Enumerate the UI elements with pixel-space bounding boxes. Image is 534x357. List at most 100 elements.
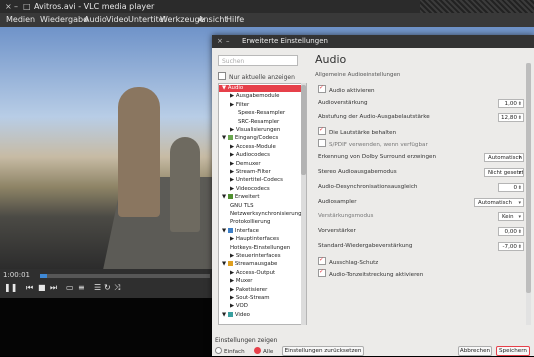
search-input[interactable]: Suchen: [218, 55, 298, 66]
dolby-label: Erkennung von Dolby Surround erzwingen: [318, 154, 437, 160]
checkbox-icon: [318, 139, 326, 147]
settings-scrollbar[interactable]: [526, 63, 531, 325]
tree-node[interactable]: ▼ Streamausgabe: [219, 261, 306, 268]
extended-settings-icon[interactable]: ≡: [78, 282, 85, 294]
scrollbar-thumb[interactable]: [526, 63, 531, 293]
time-stretch-checkbox[interactable]: Audio-Tonzeitstreckung aktivieren: [318, 267, 424, 280]
minimize-icon[interactable]: –: [14, 1, 18, 12]
tree-node-label: Muxer: [235, 278, 253, 285]
stop-icon[interactable]: ■: [38, 282, 46, 294]
tree-node[interactable]: ▶ Videocodecs: [219, 186, 306, 193]
only-modified-checkbox[interactable]: Nur aktuelle anzeigen: [218, 72, 295, 82]
tree-node[interactable]: ▶ Ausgabemodule: [219, 93, 306, 100]
tree-node[interactable]: ▶ Steuerinterfaces: [219, 253, 306, 260]
preamp-spinbox[interactable]: 0,00: [498, 227, 524, 237]
maximize-icon[interactable]: □: [23, 1, 31, 12]
desync-spinbox[interactable]: 0: [498, 183, 524, 193]
tree-node[interactable]: ▶ Visualisierungen: [219, 127, 306, 134]
hearing-protection-checkbox[interactable]: Ausschlag-Schutz: [318, 255, 378, 268]
loop-icon[interactable]: ↻: [104, 282, 111, 294]
stereo-mode-select[interactable]: Nicht gesetzt: [484, 168, 524, 177]
tree-node-label: SRC-Resampler: [238, 118, 280, 125]
menu-medien[interactable]: Medien: [6, 15, 35, 25]
tree-node-label: GNU TLS: [230, 202, 254, 209]
tree-node-label: Sout-Stream: [235, 295, 270, 301]
tree-node[interactable]: ▶ Hauptinterfaces: [219, 236, 306, 243]
tree-node[interactable]: Hotkeys-Einstellungen: [219, 244, 306, 252]
desync-label: Audio-Desynchronisationsausgleich: [318, 184, 418, 190]
tree-node[interactable]: Speex-Resampler: [219, 110, 306, 117]
tree-node-label: Visualisierungen: [235, 127, 281, 133]
tree-node-label: Streamausgabe: [234, 261, 278, 268]
minimize-icon[interactable]: –: [226, 36, 230, 47]
dialog-titlebar: × – Erweiterte Einstellungen: [212, 35, 534, 48]
tree-node[interactable]: ▼ Audio: [219, 85, 306, 92]
tree-node-label: Interface: [234, 227, 259, 234]
tree-scrollbar[interactable]: [301, 83, 306, 325]
previous-icon[interactable]: ⏮: [26, 282, 33, 294]
remember-volume-checkbox[interactable]: Die Lautstärke behalten: [318, 125, 396, 138]
checkmark-icon: [318, 255, 326, 265]
checkmark-icon: [318, 125, 326, 135]
tree-node[interactable]: ▶ Access-Output: [219, 270, 306, 277]
resampler-select[interactable]: Automatisch: [474, 198, 524, 207]
vlc-menubar: Medien Wiedergabe Audio Video Untertitel…: [0, 13, 534, 27]
tree-node[interactable]: ▶ Sout-Stream: [219, 295, 306, 302]
tree-node[interactable]: ▶ Paketisierer: [219, 287, 306, 294]
menu-wiedergabe[interactable]: Wiedergabe: [40, 15, 88, 25]
tree-node[interactable]: GNU TLS: [219, 202, 306, 210]
category-icon: [227, 227, 233, 233]
tree-node[interactable]: ▶ Demuxer: [219, 160, 306, 168]
default-gain-spinbox[interactable]: -7,00: [498, 242, 524, 252]
menu-ansicht[interactable]: Ansicht: [198, 15, 228, 25]
audio-enable-checkbox[interactable]: Audio aktivieren: [318, 83, 375, 96]
tree-node[interactable]: ▼ Video: [219, 311, 306, 319]
spdif-checkbox[interactable]: S/PDIF verwenden, wenn verfügbar: [318, 139, 428, 150]
settings-tree[interactable]: ▼ Audio ▶ Ausgabemodule ▶ Filter Speex-Resa…: [218, 83, 307, 325]
time-stretch-label: Audio-Tonzeitstreckung aktivieren: [329, 272, 424, 278]
cancel-button[interactable]: Abbrechen: [458, 346, 492, 356]
pause-icon[interactable]: ❚❚: [4, 282, 17, 294]
playlist-icon[interactable]: ☰: [94, 282, 101, 294]
gain-spinbox[interactable]: 1,00: [498, 99, 524, 109]
tree-node-label: Protokollierung: [230, 219, 271, 226]
dolby-select[interactable]: Automatisch: [484, 153, 524, 162]
section-title: Audio: [315, 53, 347, 66]
menu-hilfe[interactable]: Hilfe: [226, 15, 244, 25]
tree-node[interactable]: ▶ Filter: [219, 102, 306, 109]
fullscreen-icon[interactable]: ▭: [66, 282, 74, 294]
tree-node-label: Hotkeys-Einstellungen: [230, 244, 291, 251]
video-person: [170, 137, 200, 232]
show-simple-label: Einfach: [224, 349, 245, 355]
seek-bar[interactable]: [40, 274, 210, 278]
tree-node[interactable]: ▼ Interface: [219, 227, 306, 235]
tree-node-label: Audiocodecs: [235, 152, 270, 159]
vlc-window-title: Avitros.avi - VLC media player: [34, 2, 155, 11]
tree-node[interactable]: ▶ Access-Module: [219, 144, 306, 151]
tree-node[interactable]: ▼ Erweitert: [219, 194, 306, 201]
playback-controls: 1:00:01 ❚❚ ⏮ ■ ⏭ ▭ ≡ ☰ ↻ ⤨: [0, 269, 215, 298]
close-icon[interactable]: ×: [5, 1, 12, 12]
tree-node[interactable]: ▶ Muxer: [219, 278, 306, 285]
tree-node[interactable]: ▶ Untertitel-Codecs: [219, 177, 306, 184]
tree-node-label: Demuxer: [235, 160, 261, 167]
close-icon[interactable]: ×: [217, 36, 223, 47]
tree-node[interactable]: ▼ Eingang/Codecs: [219, 135, 306, 142]
tree-node[interactable]: ▶ VOD: [219, 303, 306, 310]
tree-node-label: Erweitert: [234, 194, 260, 201]
menu-audio[interactable]: Audio: [84, 15, 107, 25]
replay-gain-mode-label: Verstärkungsmodus: [318, 213, 374, 219]
tree-node[interactable]: Netzwerksynchronisierung: [219, 211, 306, 218]
save-button[interactable]: Speichern: [496, 346, 530, 356]
tree-node[interactable]: ▶ Stream-Filter: [219, 169, 306, 176]
shuffle-icon[interactable]: ⤨: [114, 282, 120, 294]
volume-step-spinbox[interactable]: 12,80: [498, 113, 524, 123]
tree-node[interactable]: ▶ Audiocodecs: [219, 152, 306, 159]
menu-video[interactable]: Video: [106, 15, 128, 25]
tree-node[interactable]: SRC-Resampler: [219, 118, 306, 126]
next-icon[interactable]: ⏭: [50, 282, 57, 294]
tree-node[interactable]: Protokollierung: [219, 219, 306, 226]
replay-gain-mode-select[interactable]: Kein: [498, 212, 524, 221]
reset-preferences-button[interactable]: Einstellungen zurücksetzen: [282, 346, 364, 356]
scrollbar-thumb[interactable]: [301, 85, 306, 175]
